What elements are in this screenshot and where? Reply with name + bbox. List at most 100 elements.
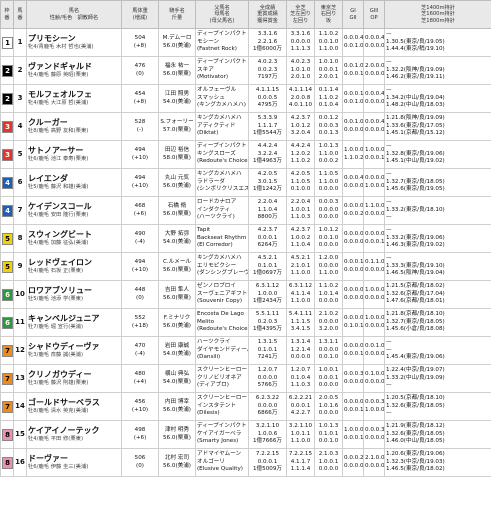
g3-record-cell: 0.0.0.3 1.0.0.0 — [363, 392, 385, 421]
weight-line: (+18) — [131, 322, 149, 329]
g3-record-cell: 0.0.1.0 0.0.0.0 — [363, 336, 385, 365]
jockey-line: 横山 典弘 — [164, 371, 190, 377]
jockey-cell: S.フォーリー 57.0(栗東) — [158, 112, 196, 141]
horse-name-link[interactable]: ヴァンドギャルド — [28, 62, 120, 72]
pedigree-line: (Fastnet Rock) — [197, 46, 237, 53]
waku-cell: 8 — [0, 420, 14, 449]
time-record-cell: —1.30.5(東京/良/19.05) 1.44.4(東京/稍/19.10) — [384, 28, 491, 57]
time-record-line: — — [386, 143, 392, 150]
horse-name-link[interactable]: ケイアイノーテック — [28, 426, 120, 436]
left-record-line: 2.1.0.1 — [290, 262, 311, 269]
header-tokyo: 東京芝 右回り坂 — [314, 0, 343, 29]
g1-record-line: 0.0.0.0 — [344, 294, 364, 301]
waku-cell: 3 — [0, 112, 14, 141]
horse-name-link[interactable]: ドーヴァー — [28, 454, 120, 464]
horse-name-link[interactable]: レイエンダ — [28, 174, 120, 184]
total-record-line: 6866万 — [257, 410, 278, 417]
weight-cell: 506 (0) — [121, 448, 159, 477]
pedigree-line: ダイヤモンドディーバ — [197, 346, 249, 353]
jockey-line: 58.0(栗東) — [162, 154, 191, 161]
waku-badge: 4 — [2, 204, 13, 217]
tokyo-record-line: 0.0.1.2 — [318, 115, 339, 122]
tokyo-record-line: 0.0.0.1 — [318, 374, 339, 381]
pedigree-cell: キングカメハメハ アディクティド (Diktat) — [195, 112, 249, 141]
header-waku: 枠番 — [0, 0, 14, 29]
pedigree-line: キングカメハメハ — [197, 171, 242, 178]
horse-name-link[interactable]: クリノガウディー — [28, 370, 120, 380]
horse-number: 6 — [13, 168, 27, 197]
horse-name-link[interactable]: ロワアブソリュー — [28, 286, 120, 296]
tokyo-record-line: 1.2.0.0 — [318, 255, 339, 262]
left-record-cell: 2.2.0.4 1.0.0.1 1.1.0.3 — [286, 196, 315, 225]
tokyo-record-line: 1.1.0.0 — [318, 46, 339, 53]
time-record-line: 1.21.5(京都/良/18.02) — [386, 283, 445, 290]
pedigree-line: (Dansili) — [197, 354, 221, 361]
left-record-cell: 5.4.1.11 1.1.1.5 3.4.1.5 — [286, 308, 315, 337]
time-record-line: — — [386, 87, 392, 94]
g1-record-cell: 0.0.0.0 0.0.0.2 — [342, 196, 364, 225]
time-record-line: — — [386, 31, 392, 38]
tokyo-record-line: 0.1.0.4 — [318, 102, 339, 109]
jockey-line: 56.0(栗東) — [162, 70, 191, 77]
time-record-cell: —1.33.3(東京/良/19.10) 1.46.5(阪神/良/19.04) — [384, 252, 491, 281]
horse-name-link[interactable]: クルーガー — [28, 118, 120, 128]
total-record-line: 1億1242万 — [253, 186, 282, 193]
g1-record-line: 0.0.0.0 — [344, 182, 364, 189]
jockey-line: 56.0(栗東) — [162, 210, 191, 217]
weight-line: (-4) — [135, 238, 145, 245]
horse-info: 牡4/鹿毛 加藤 征弘(美浦) — [28, 239, 89, 246]
g1-record-line: 0.0.0.1 — [344, 434, 364, 441]
left-record-cell: 7.2.2.15 4.1.1.7 1.1.1.4 — [286, 448, 315, 477]
horse-name-link[interactable]: ケイデンスコール — [28, 202, 120, 212]
horse-name-link[interactable]: スウィングビート — [28, 230, 120, 240]
pedigree-line: オルフェーヴル — [197, 87, 237, 94]
horse-name-link[interactable]: ゴールドサーベラス — [28, 398, 120, 408]
weight-line: (0) — [136, 70, 144, 77]
g3-record-line: 1.1.0.0 — [365, 203, 385, 209]
horse-name-link[interactable]: キャンベルジュニア — [28, 314, 120, 324]
weight-cell: 448 (0) — [121, 280, 159, 309]
tokyo-record-line: 0.0.0.1 — [318, 66, 339, 73]
left-record-line: 1.0.0.1 — [290, 206, 311, 213]
weight-line: 552 — [134, 315, 146, 321]
pedigree-line: (Redoute's Choice) — [197, 158, 249, 165]
pedigree-line: アドマイヤムーン — [197, 451, 242, 458]
tokyo-record-cell: 2.0.0.5 1.0.1.6 0.0.0.0 — [314, 392, 343, 421]
g1-record-line: 1.0.0.0 — [344, 427, 364, 433]
total-record-line: 1億5009万 — [253, 466, 282, 473]
horse-name-link[interactable]: サトノアーサー — [28, 146, 120, 156]
weight-line: 494 — [134, 147, 146, 153]
weight-cell: 504 (+8) — [121, 28, 159, 57]
horse-cell: ロワアブソリュー 牡5/鹿毛 池添 学(栗東) — [26, 280, 122, 309]
tokyo-record-cell: 1.0.0.1 0.0.0.1 0.0.0.0 — [314, 364, 343, 393]
time-record-line: 1.46.5(東京/良/18.02) — [386, 466, 445, 473]
horse-cell: クルーガー 牡8/鹿毛 高野 友和(栗東) — [26, 112, 122, 141]
weight-line: 448 — [134, 287, 146, 293]
time-record-cell: —1.34.2(中山/良/19.04) 1.48.2(中山/良/18.03) — [384, 84, 491, 113]
horse-name-link[interactable]: レッドヴェイロン — [28, 258, 120, 268]
horse-cell: ケイアイノーテック 牡4/鹿毛 平田 修(栗東) — [26, 420, 122, 449]
time-record-line: 1.45.6(東京/良/19.05) — [386, 186, 445, 193]
g1-record-line: 0.0.0.0 — [344, 462, 364, 469]
g1-record-line: 0.0.0.4 — [344, 35, 364, 41]
horse-cell: スウィングビート 牡4/鹿毛 加藤 征弘(美浦) — [26, 224, 122, 253]
jockey-cell: 北村 宏司 56.0(美浦) — [158, 448, 196, 477]
g1-record-line: 0.0.0.0 — [344, 238, 364, 245]
pedigree-line: (ディアブロ) — [197, 382, 229, 389]
horse-name-link[interactable]: モルフェオルフェ — [28, 90, 120, 100]
tokyo-record-line: 0.0.0.3 — [318, 199, 339, 206]
waku-cell: 2 — [0, 84, 14, 113]
total-record-line: 6.2.3.22 — [255, 395, 280, 402]
jockey-line: 田辺 裕信 — [164, 147, 190, 153]
weight-cell: 494 (+10) — [121, 140, 159, 169]
g1-record-line: 0.0.0.0 — [344, 231, 364, 237]
waku-cell: 3 — [0, 140, 14, 169]
total-record-line: 5.3.3.9 — [257, 115, 278, 122]
tokyo-record-line: 1.0.0.1 — [318, 367, 339, 374]
horse-name-link[interactable]: プリモシーン — [28, 34, 120, 44]
total-record-line: 3.3.1.6 — [257, 31, 278, 38]
horse-name-link[interactable]: シャドウディーヴァ — [28, 342, 120, 352]
g3-record-line: 0.0.0.4 — [365, 119, 385, 125]
g1-record-line: 0.0.0.0 — [344, 343, 364, 349]
pedigree-cell: ディープインパクト キングスローズ (Redoute's Choice) — [195, 140, 249, 169]
